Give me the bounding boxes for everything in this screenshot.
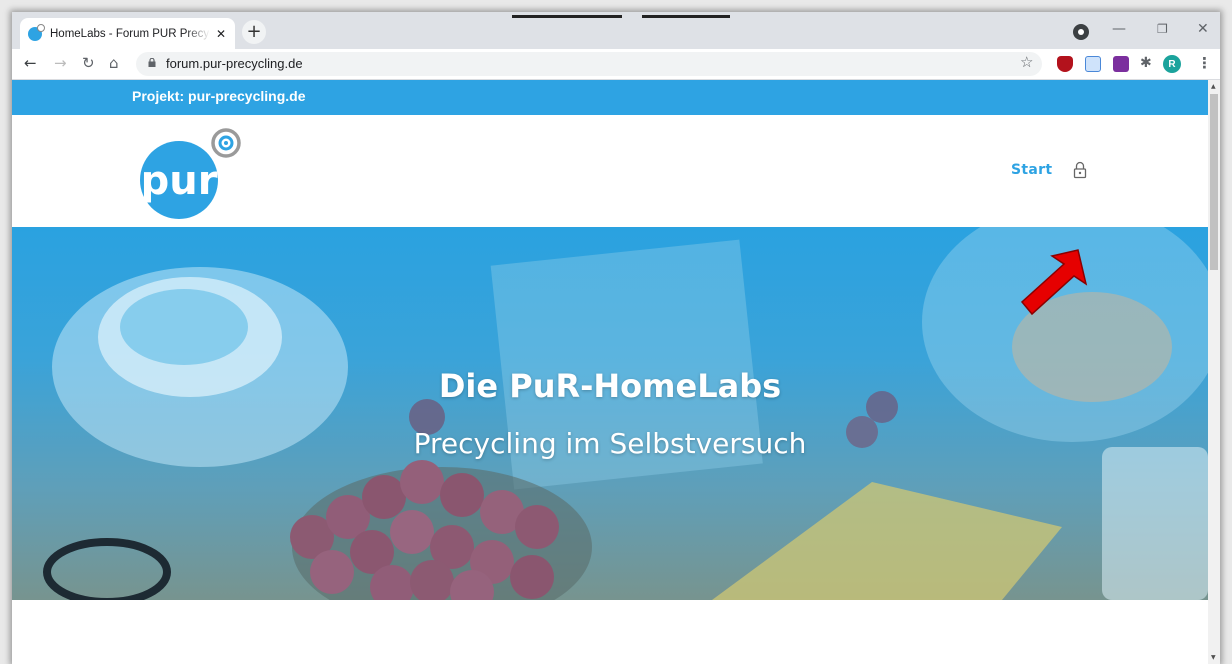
page-viewport: Projekt: pur-precycling.de pur Start Die… [12,80,1208,664]
browser-toolbar: ← → ↻ ⌂ forum.pur-precycling.de ☆ ✱ R ⋮ [12,49,1220,80]
back-icon[interactable]: ← [24,54,37,72]
tab-close-icon[interactable]: ✕ [216,27,226,41]
tabbar-mark [642,15,730,18]
tabbar-mark [512,15,622,18]
login-lock-icon[interactable] [1073,161,1087,179]
lock-icon [148,58,156,67]
home-icon[interactable]: ⌂ [109,54,119,72]
document-extension-icon[interactable] [1085,56,1101,72]
avatar[interactable]: R [1163,55,1181,73]
browser-window: HomeLabs - Forum PUR Precycling ✕ + — ❐ … [12,12,1220,664]
puzzle-icon[interactable]: ✱ [1140,55,1156,71]
project-bar: Projekt: pur-precycling.de [12,80,1208,115]
scroll-up-icon[interactable]: ▲ [1211,83,1216,90]
hero-subtitle: Precycling im Selbstversuch [413,427,807,460]
tab-title: HomeLabs - Forum PUR Precycling [50,27,210,40]
reload-icon[interactable]: ↻ [82,54,95,72]
new-tab-button[interactable]: + [242,20,266,44]
tab-search-icon[interactable] [1073,24,1089,40]
restore-icon[interactable]: ❐ [1157,22,1168,36]
forward-icon[interactable]: → [54,54,67,72]
scroll-thumb[interactable] [1210,94,1218,270]
star-icon[interactable]: ☆ [1020,53,1033,71]
red-arrow [1020,249,1088,316]
pur-logo[interactable]: pur [140,126,250,220]
menu-icon[interactable]: ⋮ [1197,54,1212,72]
project-label[interactable]: Projekt: pur-precycling.de [132,88,305,104]
scroll-down-icon[interactable]: ▼ [1211,654,1216,661]
url-text: forum.pur-precycling.de [166,56,303,71]
address-bar[interactable]: forum.pur-precycling.de [136,52,1042,76]
ublock-extension-icon[interactable] [1057,56,1073,72]
onenote-extension-icon[interactable] [1113,56,1129,72]
minimize-icon[interactable]: — [1112,21,1126,37]
nav-start-link[interactable]: Start [1011,162,1052,178]
site-favicon-icon [28,23,45,41]
tab-strip: HomeLabs - Forum PUR Precycling ✕ + — ❐ … [12,12,1220,49]
vertical-scrollbar[interactable]: ▲ ▼ [1208,80,1220,664]
browser-tab[interactable]: HomeLabs - Forum PUR Precycling ✕ [20,18,235,49]
window-close-icon[interactable]: ✕ [1197,21,1209,37]
hero-title: Die PuR-HomeLabs [438,367,782,405]
site-header: pur Start [12,115,1208,227]
svg-text:pur: pur [141,158,218,204]
